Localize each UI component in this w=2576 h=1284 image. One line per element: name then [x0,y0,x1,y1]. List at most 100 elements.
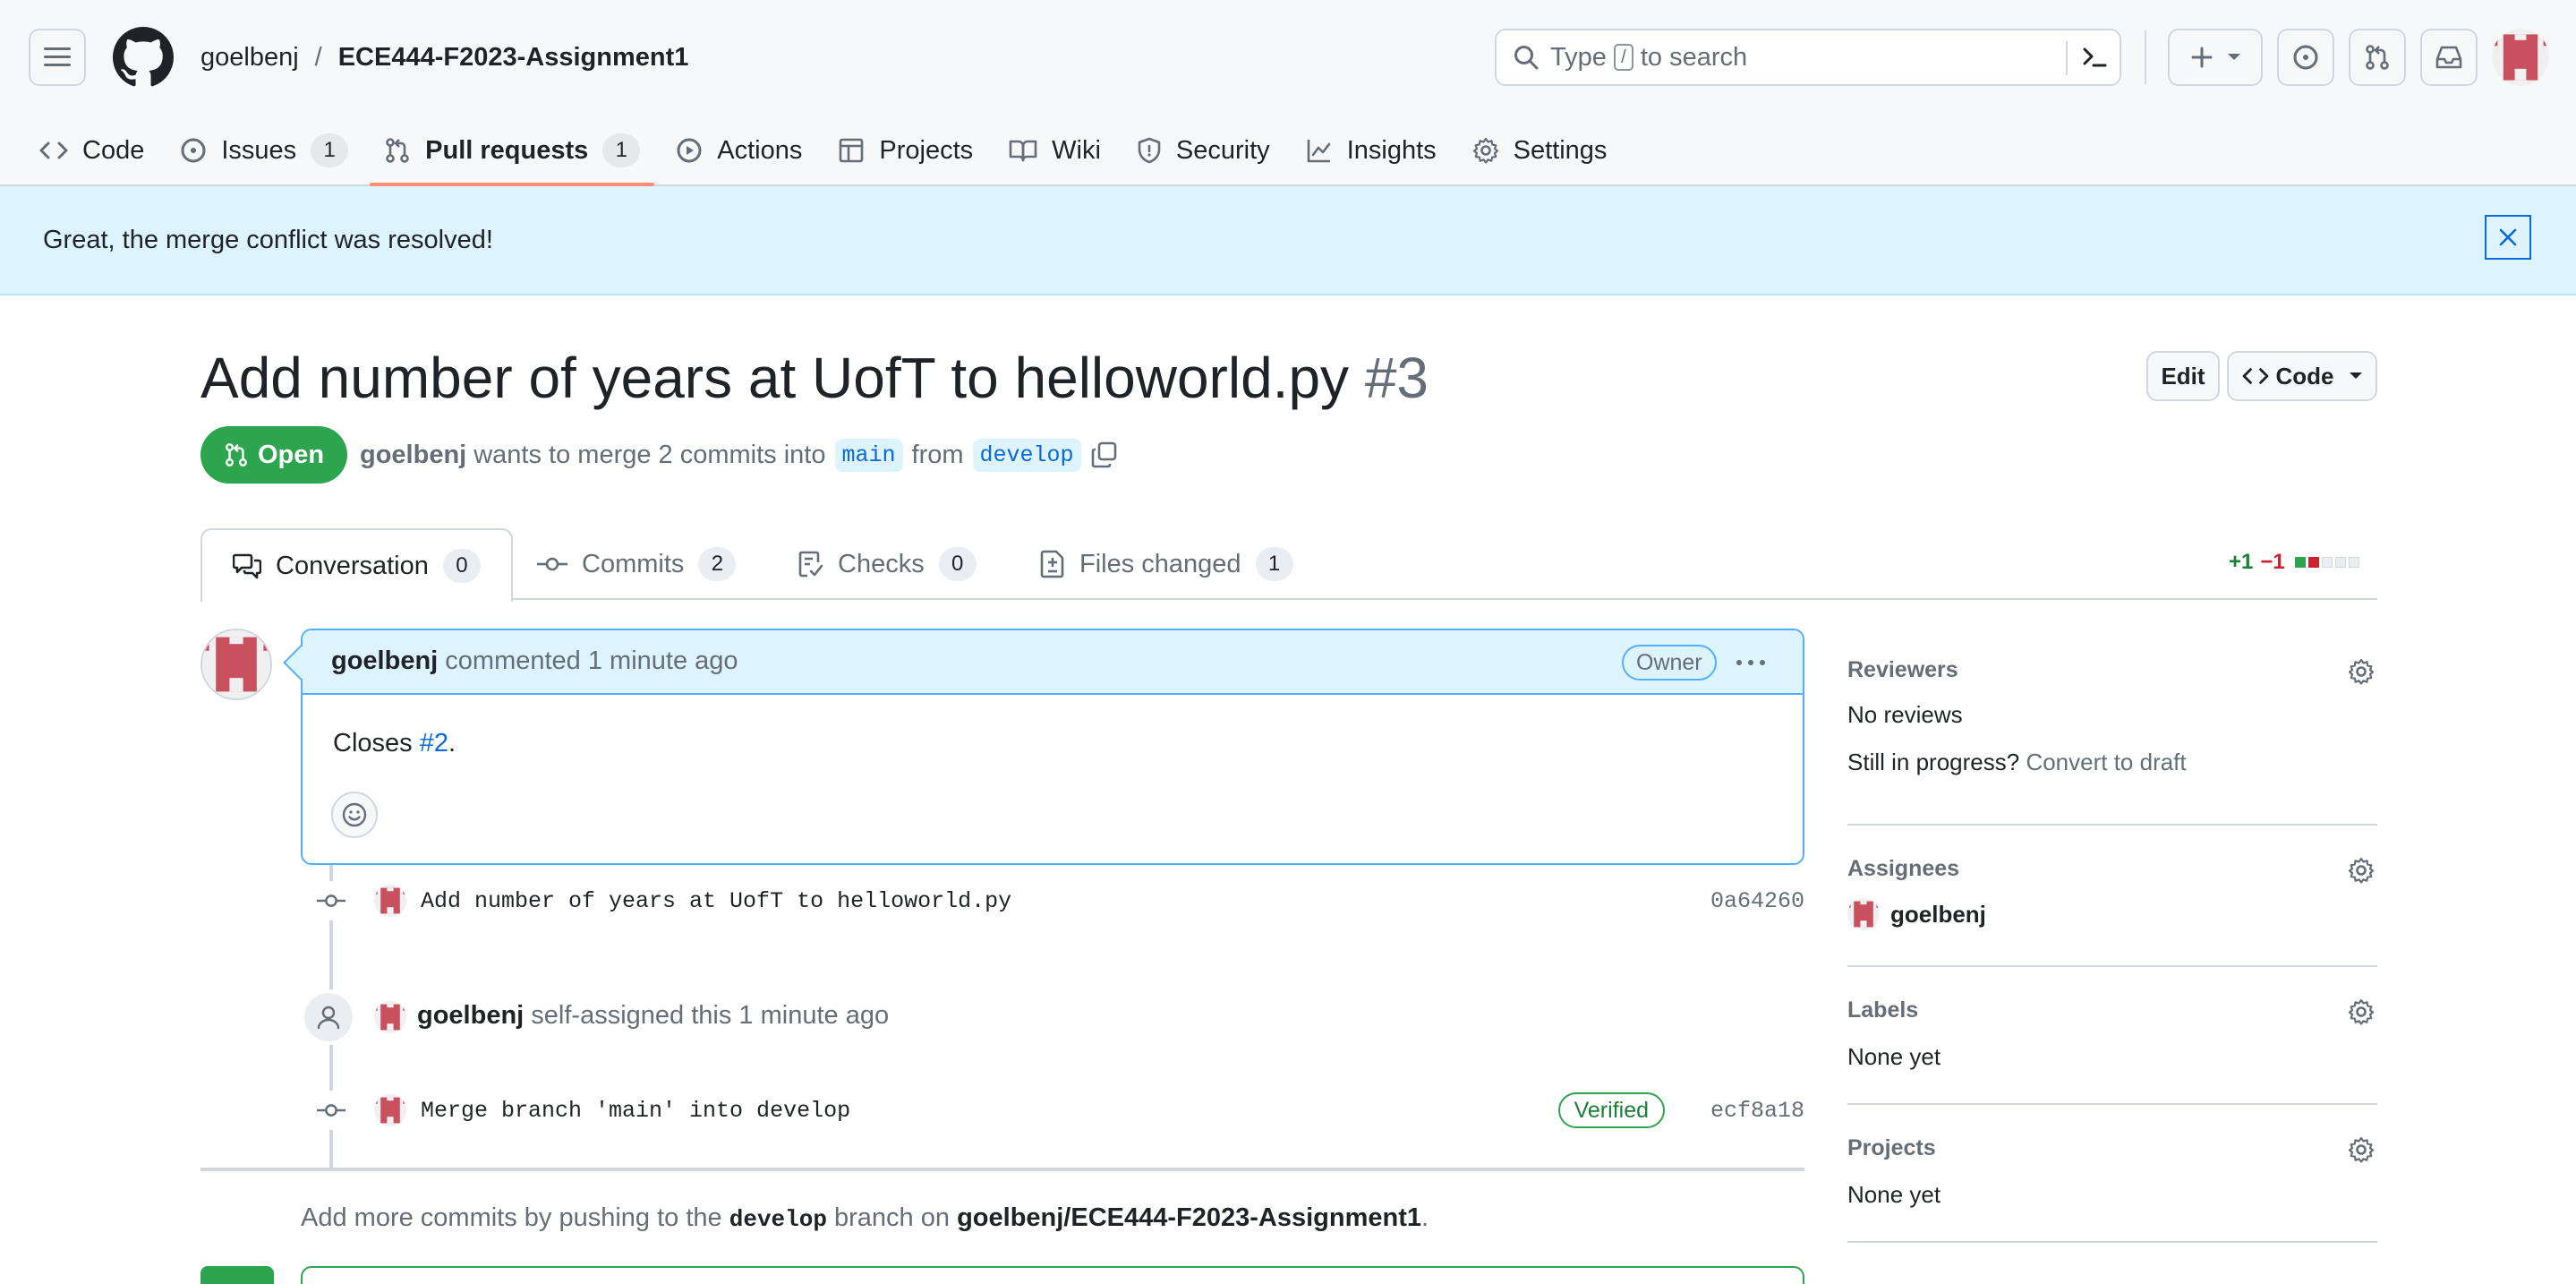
tab-commits[interactable]: Commits 2 [537,528,737,600]
issue-reference-link[interactable]: #2 [420,729,448,758]
tab-pull-requests[interactable]: Pull requests 1 [370,116,655,186]
shield-icon [1137,137,1162,164]
timeline-commit: Merge branch 'main' into develop Verifie… [315,1091,1804,1130]
tab-files-changed[interactable]: Files changed 1 [1040,528,1293,600]
tab-files-changed-label: Files changed [1079,549,1241,578]
convert-to-draft-link[interactable]: Convert to draft [2026,749,2186,775]
tab-security[interactable]: Security [1122,116,1284,184]
assignees-title[interactable]: Assignees [1847,856,2377,882]
commits-count: 2 [698,547,737,581]
kebab-horizontal-icon [1736,659,1766,666]
tab-settings[interactable]: Settings [1458,116,1622,184]
commit-message-link[interactable]: Merge branch 'main' into develop [421,1098,850,1124]
flash-close-button[interactable] [2485,215,2531,260]
inbox-button[interactable] [2420,29,2478,86]
tab-conversation-label: Conversation [276,551,429,580]
repo-name-link[interactable]: ECE444-F2023-Assignment1 [338,43,689,73]
tab-code[interactable]: Code [25,116,158,184]
gear-icon[interactable] [2345,655,2377,688]
sidebar-reviewers: Reviewers No reviews Still in progress? … [1847,655,2377,775]
comment-author-avatar[interactable] [200,629,272,700]
tab-pull-requests-label: Pull requests [425,135,589,165]
reviewers-title[interactable]: Reviewers [1847,657,2377,683]
pr-meta: goelbenj wants to merge 2 commits into m… [360,430,1119,480]
git-pull-request-icon [384,137,411,164]
comment-body-suffix: . [448,729,456,758]
repo-owner-link[interactable]: goelbenj [200,43,299,73]
tab-checks[interactable]: Checks 0 [797,528,977,600]
tab-code-label: Code [82,135,145,165]
commit-author-avatar[interactable] [374,1094,406,1126]
pr-number: #3 [1364,346,1429,410]
reviewers-progress-text: Still in progress? [1847,749,2020,775]
head-branch[interactable]: develop [972,438,1081,472]
commit-sha-link[interactable]: ecf8a18 [1710,1098,1804,1124]
deletions-count: −1 [2260,550,2285,574]
pr-author-link[interactable]: goelbenj [360,441,466,470]
diffstat-block-added [2294,557,2306,568]
github-logo-icon[interactable] [113,27,174,88]
assigner-avatar[interactable] [374,1001,406,1033]
issues-button[interactable] [2277,29,2334,86]
git-commit-icon [537,555,567,573]
smiley-icon [341,801,368,828]
code-icon [39,139,68,162]
menu-button[interactable] [29,29,86,86]
tab-actions[interactable]: Actions [661,116,816,184]
reviewers-value: No reviews [1847,701,1963,728]
pr-state-badge: Open [200,426,348,484]
edit-title-button[interactable]: Edit [2146,351,2220,401]
issues-count-badge: 1 [311,133,349,167]
command-palette-icon[interactable] [2080,43,2109,72]
diffstat-blocks [2292,557,2359,568]
owner-badge: Owner [1622,645,1717,681]
tab-wiki[interactable]: Wiki [994,116,1115,184]
gear-icon[interactable] [2345,854,2377,886]
assign-timestamp[interactable]: 1 minute ago [738,1001,889,1030]
tab-conversation[interactable]: Conversation 0 [200,528,513,602]
comment-timestamp[interactable]: 1 minute ago [588,646,738,675]
tab-projects-label: Projects [879,135,974,165]
comment-author-link[interactable]: goelbenj [331,646,438,675]
assignee-item[interactable]: goelbenj [1847,898,2377,930]
tab-issues[interactable]: Issues 1 [166,116,363,184]
push-hint-mid: branch on [834,1203,951,1232]
inbox-icon [2435,45,2463,70]
tab-insights[interactable]: Insights [1292,116,1451,184]
user-avatar[interactable] [2492,29,2549,86]
search-input[interactable]: Type / to search [1495,29,2121,86]
gear-icon[interactable] [2345,1134,2377,1166]
commit-author-avatar[interactable] [374,885,406,917]
sidebar-divider [1847,824,2377,826]
labels-title[interactable]: Labels [1847,997,2377,1023]
add-reaction-button[interactable] [331,792,378,838]
tab-projects[interactable]: Projects [823,116,987,184]
comment-options-button[interactable] [1731,643,1770,682]
code-dropdown-button[interactable]: Code [2227,351,2377,401]
verified-badge[interactable]: Verified [1557,1092,1665,1128]
push-hint-repo-link[interactable]: goelbenj/ECE444-F2023-Assignment1 [957,1203,1421,1232]
pull-requests-button[interactable] [2349,29,2406,86]
sidebar-labels: Labels None yet [1847,996,2377,1070]
base-branch[interactable]: main [834,438,903,472]
create-new-button[interactable] [2168,29,2263,86]
timeline-commit: Add number of years at UofT to helloworl… [315,881,1804,920]
projects-title[interactable]: Projects [1847,1135,2377,1161]
tab-insights-label: Insights [1346,135,1437,165]
pr-meta-text: wants to merge 2 commits into [473,440,826,469]
gear-icon [1472,137,1499,164]
copy-icon[interactable] [1090,441,1119,469]
issue-opened-icon [2292,44,2319,71]
git-pull-request-icon [2364,44,2391,71]
plus-icon [2189,45,2214,70]
assigner-link[interactable]: goelbenj [417,1001,524,1030]
git-pull-request-icon [224,442,249,467]
commit-message-link[interactable]: Add number of years at UofT to helloworl… [421,888,1011,914]
tab-security-label: Security [1175,135,1270,165]
assign-action: self-assigned this [531,1001,732,1030]
gear-icon[interactable] [2345,996,2377,1028]
tab-wiki-label: Wiki [1052,135,1101,165]
search-placeholder-after: to search [1640,42,1748,72]
caret-down-icon [2227,53,2241,62]
commit-sha-link[interactable]: 0a64260 [1710,888,1804,914]
